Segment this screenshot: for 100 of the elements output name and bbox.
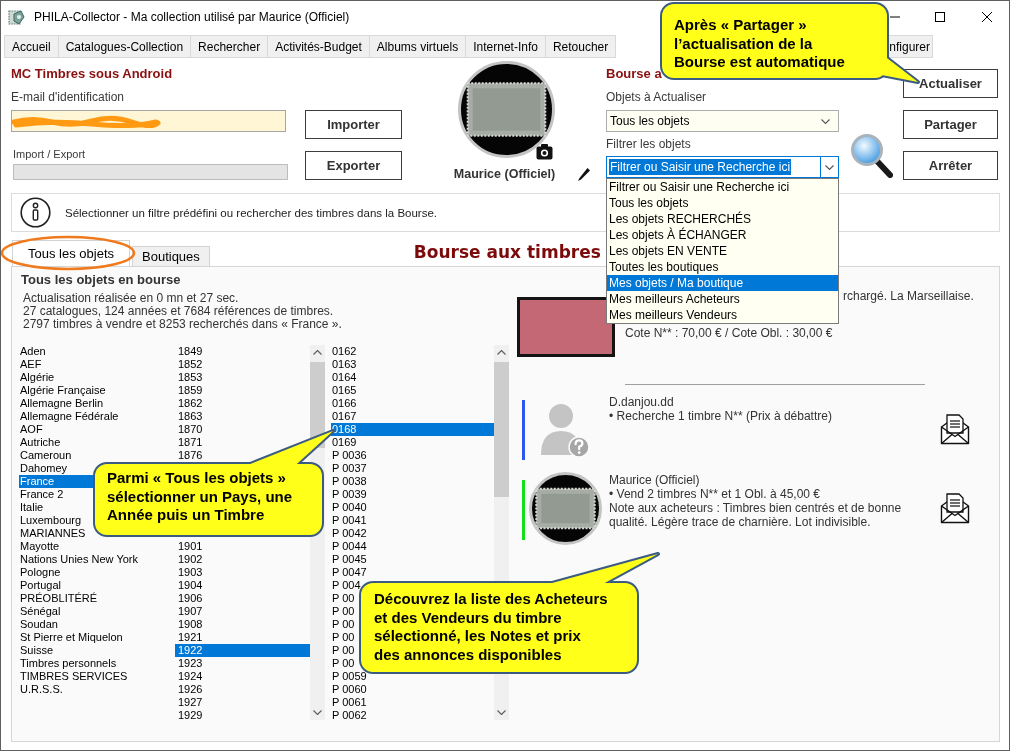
list-item[interactable]: 0167 xyxy=(331,410,359,423)
list-item[interactable]: 1901 xyxy=(175,540,205,553)
list-item[interactable]: P 00 xyxy=(331,644,357,657)
list-item[interactable]: 1870 xyxy=(175,423,205,436)
email-input[interactable] xyxy=(11,110,286,132)
list-item[interactable]: Sénégal xyxy=(19,605,63,618)
dropdown-button[interactable] xyxy=(820,156,839,178)
list-item[interactable]: AEF xyxy=(19,358,44,371)
list-item[interactable]: 1908 xyxy=(175,618,205,631)
list-item[interactable]: 1863 xyxy=(175,410,205,423)
dropdown-option[interactable]: Tous les objets xyxy=(607,195,838,211)
menu-tab[interactable]: nfigurer xyxy=(886,35,933,58)
chevron-up-icon[interactable] xyxy=(497,350,506,355)
view-tab[interactable]: Boutiques xyxy=(132,246,210,266)
mail-icon[interactable] xyxy=(940,492,970,524)
list-item[interactable]: P 0041 xyxy=(331,514,369,527)
list-item[interactable]: 1862 xyxy=(175,397,205,410)
filter-input[interactable]: Filtrer ou Saisir une Recherche ici xyxy=(606,156,820,178)
list-item[interactable]: Soudan xyxy=(19,618,60,631)
list-item[interactable]: 1922 xyxy=(175,644,310,657)
list-item[interactable]: 1923 xyxy=(175,657,205,670)
list-item[interactable]: Cameroun xyxy=(19,449,74,462)
list-item[interactable]: Allemagne Berlin xyxy=(19,397,106,410)
list-item[interactable]: PRÉOBLITÉRÉ xyxy=(19,592,100,605)
list-item[interactable]: 1907 xyxy=(175,605,205,618)
scrollbar-thumb[interactable] xyxy=(494,362,509,497)
list-item[interactable]: Algérie xyxy=(19,371,57,384)
maximize-icon[interactable] xyxy=(935,12,945,22)
list-item[interactable]: Pologne xyxy=(19,566,63,579)
chevron-up-icon[interactable] xyxy=(313,350,322,355)
list-item[interactable]: P 0059 xyxy=(331,670,369,683)
export-button[interactable]: Exporter xyxy=(305,151,402,180)
pencil-icon[interactable] xyxy=(577,166,592,182)
dropdown-option[interactable]: Mes objets / Ma boutique xyxy=(607,275,838,291)
list-item[interactable]: P 0045 xyxy=(331,553,369,566)
chevron-down-icon[interactable] xyxy=(497,710,506,715)
list-item[interactable]: P 0047 xyxy=(331,566,369,579)
list-item[interactable]: 1904 xyxy=(175,579,205,592)
list-item[interactable]: U.R.S.S. xyxy=(19,683,65,696)
list-item[interactable]: 0169 xyxy=(331,436,359,449)
view-tab[interactable]: Tous les objets xyxy=(12,240,130,266)
list-item[interactable]: 1921 xyxy=(175,631,205,644)
list-item[interactable]: Aden xyxy=(19,345,48,358)
search-icon[interactable] xyxy=(850,133,893,178)
menu-tab[interactable]: Albums virtuels xyxy=(368,35,467,58)
list-item[interactable]: 1871 xyxy=(175,436,205,449)
list-item[interactable]: 0164 xyxy=(331,371,359,384)
mail-icon[interactable] xyxy=(940,413,970,445)
list-item[interactable]: 1849 xyxy=(175,345,205,358)
list-item[interactable]: 1853 xyxy=(175,371,205,384)
refresh-button[interactable]: Actualiser xyxy=(903,69,998,98)
list-item[interactable]: Allemagne Fédérale xyxy=(19,410,121,423)
list-item[interactable]: AOF xyxy=(19,423,45,436)
share-button[interactable]: Partager xyxy=(903,110,998,139)
list-item[interactable]: St Pierre et Miquelon xyxy=(19,631,125,644)
list-item[interactable]: P 00 xyxy=(331,605,357,618)
list-item[interactable]: 0162 xyxy=(331,345,359,358)
menu-tab[interactable]: Activités-Budget xyxy=(267,35,370,58)
list-item[interactable]: P 0040 xyxy=(331,501,369,514)
list-item[interactable]: P 004 xyxy=(331,579,363,592)
dropdown-option[interactable]: Les objets À ÉCHANGER xyxy=(607,227,838,243)
list-item[interactable]: P 00 xyxy=(331,592,357,605)
list-item[interactable]: Dahomey xyxy=(19,462,70,475)
list-item[interactable]: P 00 xyxy=(331,618,357,631)
list-item[interactable]: 0165 xyxy=(331,384,359,397)
list-item[interactable]: 1876 xyxy=(175,449,205,462)
list-item[interactable]: P 0042 xyxy=(331,527,369,540)
list-item[interactable]: P 00 xyxy=(331,631,357,644)
list-item[interactable]: 0166 xyxy=(331,397,359,410)
dropdown-option[interactable]: Mes meilleurs Acheteurs xyxy=(607,291,838,307)
menu-tab[interactable]: Rechercher xyxy=(190,35,269,58)
list-item[interactable]: 1852 xyxy=(175,358,205,371)
list-item[interactable]: France xyxy=(19,475,93,488)
list-item[interactable]: P 00 xyxy=(331,657,357,670)
list-item[interactable]: 1924 xyxy=(175,670,205,683)
list-item[interactable]: P 0037 xyxy=(331,462,369,475)
list-item[interactable]: Mayotte xyxy=(19,540,62,553)
dropdown-option[interactable]: Les objets EN VENTE xyxy=(607,243,838,259)
objects-select[interactable]: Tous les objets xyxy=(606,110,839,132)
list-item[interactable]: Italie xyxy=(19,501,46,514)
list-item[interactable]: 1927 xyxy=(175,696,205,709)
list-item[interactable]: 1906 xyxy=(175,592,205,605)
list-item[interactable]: P 0060 xyxy=(331,683,369,696)
menu-tab[interactable]: Accueil xyxy=(4,35,59,58)
list-item[interactable]: Luxembourg xyxy=(19,514,84,527)
list-item[interactable]: 1859 xyxy=(175,384,205,397)
list-item[interactable]: Algérie Française xyxy=(19,384,108,397)
list-item[interactable]: Portugal xyxy=(19,579,63,592)
dropdown-option[interactable]: Les objets RECHERCHÉS xyxy=(607,211,838,227)
list-item[interactable]: TIMBRES SERVICES xyxy=(19,670,130,683)
list-item[interactable]: P 0061 xyxy=(331,696,369,709)
list-item[interactable]: Autriche xyxy=(19,436,63,449)
list-item[interactable]: P 0038 xyxy=(331,475,369,488)
list-item[interactable]: 0168 xyxy=(331,423,494,436)
menu-tab[interactable]: Internet-Info xyxy=(465,35,546,58)
stop-button[interactable]: Arrêter xyxy=(903,151,998,180)
close-icon[interactable] xyxy=(982,12,992,22)
camera-icon[interactable] xyxy=(536,143,553,160)
chevron-down-icon[interactable] xyxy=(313,710,322,715)
list-item[interactable]: P 0062 xyxy=(331,709,369,722)
